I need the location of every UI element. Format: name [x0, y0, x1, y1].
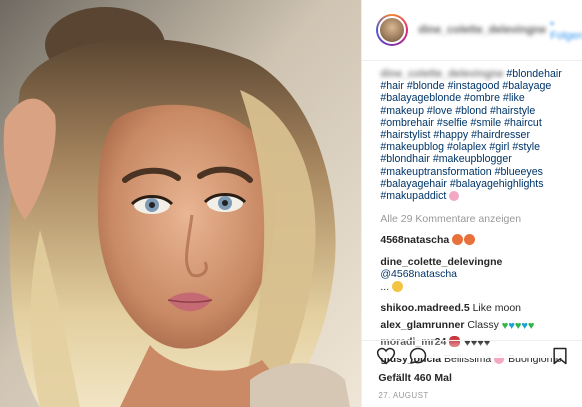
- comments-area: dine_colette_delevingne #blondehair #hai…: [362, 62, 582, 365]
- hashtag-link[interactable]: #smile: [471, 117, 502, 129]
- comment-mention[interactable]: @4568natascha: [380, 268, 457, 280]
- caption: dine_colette_delevingne #blondehair #hai…: [380, 68, 568, 202]
- hashtag-link[interactable]: #makeupblog: [380, 141, 444, 153]
- caption-owner[interactable]: dine_colette_delevingne: [380, 68, 503, 80]
- comment-user[interactable]: alex_glamrunner: [380, 319, 464, 331]
- hashtag-link[interactable]: #hair: [380, 80, 404, 92]
- hashtag-link[interactable]: #selfie: [437, 117, 468, 129]
- hashtag-link[interactable]: #blond: [455, 105, 487, 117]
- header-username[interactable]: dine_colette_delevingne: [418, 24, 546, 36]
- hashtag-link[interactable]: #balayage: [502, 80, 551, 92]
- hashtag-link[interactable]: #happy: [433, 129, 468, 141]
- avatar-photo: [378, 16, 407, 44]
- hashtag-link[interactable]: #haircut: [504, 117, 542, 129]
- instagram-post: dine_colette_delevingne • Folgen dine_co…: [0, 0, 582, 407]
- hashtag-link[interactable]: #ombre: [464, 92, 500, 104]
- avatar[interactable]: [376, 14, 409, 46]
- hashtag-link[interactable]: #hairdresser: [471, 129, 530, 141]
- post-photo[interactable]: [0, 0, 362, 407]
- hashtag-link[interactable]: #makeuptransformation: [380, 166, 491, 178]
- hashtag-link[interactable]: #ombrehair: [380, 117, 434, 129]
- selfie-image: [0, 0, 362, 407]
- comment-item: 4568natascha: [380, 234, 568, 247]
- heart-eyes-emoji-icon: [452, 234, 464, 246]
- hashtag-link[interactable]: #blueeyes: [495, 166, 543, 178]
- comment-user[interactable]: dine_colette_delevingne: [380, 256, 502, 268]
- post-sidebar: dine_colette_delevingne • Folgen dine_co…: [361, 0, 582, 407]
- comment-item: alex_glamrunner Classy ♥♥♥♥♥: [380, 319, 568, 332]
- like-count[interactable]: Gefällt 460 Mal: [378, 372, 452, 384]
- hashtag-list: #blondehair #hair #blonde #instagood #ba…: [380, 68, 561, 202]
- comment-text: Like moon: [472, 302, 522, 315]
- green-heart-icon: ♥: [527, 319, 535, 332]
- post-header: dine_colette_delevingne • Folgen: [362, 0, 582, 61]
- hashtag-link[interactable]: #makeup: [380, 105, 424, 117]
- comment-text: ...: [380, 280, 390, 293]
- hashtag-link[interactable]: #balayageblonde: [380, 92, 461, 104]
- hashtag-link[interactable]: #style: [512, 141, 540, 153]
- post-date: 27. AUGUST: [378, 391, 429, 400]
- hashtag-link[interactable]: #like: [503, 92, 525, 104]
- hashtag-link[interactable]: #makeupblogger: [433, 153, 512, 165]
- bookmark-icon[interactable]: [550, 346, 570, 366]
- hashtag-link[interactable]: #hairstyle: [490, 105, 535, 117]
- wink-emoji-icon: [392, 280, 404, 292]
- hashtag-link[interactable]: #blondhair: [380, 153, 429, 165]
- hashtag-link[interactable]: #hairstylist: [380, 129, 430, 141]
- comment-text: Classy: [467, 318, 499, 331]
- heart-eyes-emoji-icon: [464, 234, 476, 246]
- hashtag-link[interactable]: #blondehair: [506, 68, 561, 80]
- flower-emoji-icon: [449, 191, 460, 202]
- follow-button[interactable]: • Folgen: [550, 18, 582, 42]
- comment-item: dine_colette_delevingne @4568natascha ..…: [380, 256, 568, 294]
- action-bar: [362, 340, 582, 371]
- heart-icon[interactable]: [376, 346, 396, 366]
- hashtag-link[interactable]: #balayagehair: [380, 178, 447, 190]
- hashtag-link[interactable]: #balayagehighlights: [450, 178, 544, 190]
- hashtag-link[interactable]: #makupaddict: [380, 190, 446, 202]
- hashtag-link[interactable]: #blonde: [407, 80, 445, 92]
- hashtag-link[interactable]: #instagood: [448, 80, 500, 92]
- comment-user[interactable]: shikoo.madreed.5: [380, 302, 469, 314]
- comment-bubble-icon[interactable]: [408, 346, 428, 366]
- hashtag-link[interactable]: #olaplex: [447, 141, 486, 153]
- comment-user[interactable]: 4568natascha: [380, 234, 449, 246]
- hashtag-link[interactable]: #love: [427, 105, 452, 117]
- hashtag-link[interactable]: #girl: [489, 141, 509, 153]
- view-all-comments-link[interactable]: Alle 29 Kommentare anzeigen: [380, 213, 568, 225]
- comment-item: shikoo.madreed.5 Like moon: [380, 302, 568, 315]
